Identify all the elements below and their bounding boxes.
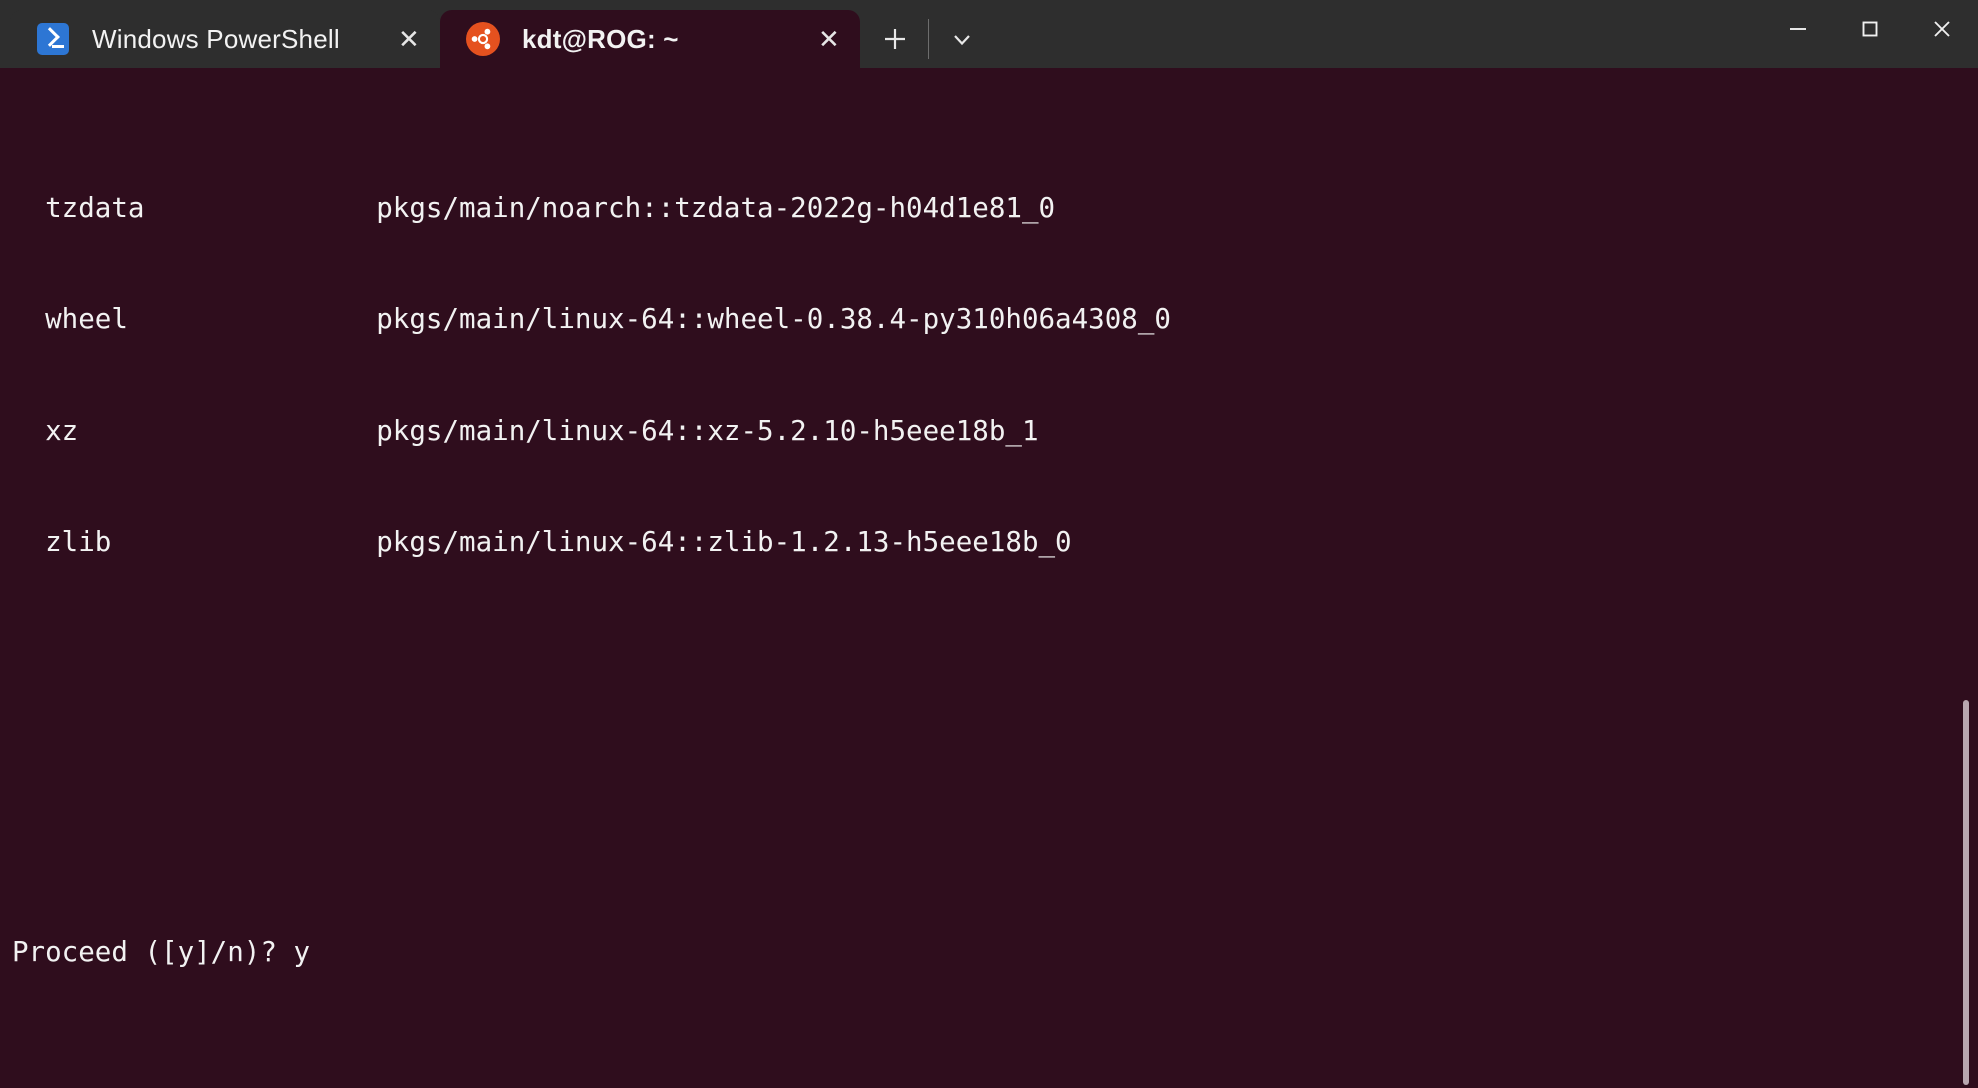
tab-kdt-rog[interactable]: kdt@ROG: ~ ✕ — [440, 10, 860, 68]
maximize-button[interactable] — [1834, 0, 1906, 58]
proceed-prompt: Proceed ([y]/n)? y — [12, 935, 311, 968]
tab-close-icon-ubuntu[interactable]: ✕ — [798, 10, 860, 68]
plus-icon[interactable] — [864, 10, 926, 68]
terminal-viewport[interactable]: tzdata pkgs/main/noarch::tzdata-2022g-h0… — [0, 68, 1978, 1088]
tab-title-ubuntu: kdt@ROG: ~ — [522, 23, 679, 54]
package-row-2: xz pkgs/main/linux-64::xz-5.2.10-h5eee18… — [12, 414, 1039, 447]
titlebar-drag-region — [997, 0, 1762, 68]
tab-strip: Windows PowerShell ✕ kdt@ROG: ~ ✕ — [10, 0, 997, 68]
ubuntu-icon — [466, 22, 500, 56]
package-line: zlib pkgs/main/linux-64::zlib-1.2.13-h5e… — [12, 524, 1978, 561]
terminal-output: tzdata pkgs/main/noarch::tzdata-2022g-h0… — [12, 78, 1978, 1088]
minimize-button[interactable] — [1762, 0, 1834, 58]
title-bar: Windows PowerShell ✕ kdt@ROG: ~ ✕ — [0, 0, 1978, 68]
package-row-3: zlib pkgs/main/linux-64::zlib-1.2.13-h5e… — [12, 526, 1072, 559]
toolbar-divider — [928, 19, 929, 59]
powershell-icon — [36, 22, 70, 56]
terminal-scrollbar[interactable] — [1961, 68, 1971, 1088]
new-tab-area — [860, 10, 997, 68]
close-button[interactable] — [1906, 0, 1978, 58]
package-line: wheel pkgs/main/linux-64::wheel-0.38.4-p… — [12, 301, 1978, 338]
package-row-1: wheel pkgs/main/linux-64::wheel-0.38.4-p… — [12, 303, 1171, 336]
terminal-window: Windows PowerShell ✕ kdt@ROG: ~ ✕ tzdata… — [0, 0, 1978, 1088]
scrollbar-thumb[interactable] — [1963, 700, 1969, 1085]
window-controls — [1762, 0, 1978, 68]
package-row-0: tzdata pkgs/main/noarch::tzdata-2022g-h0… — [12, 191, 1056, 224]
tab-close-icon-powershell[interactable]: ✕ — [378, 10, 440, 68]
tab-windows-powershell[interactable]: Windows PowerShell ✕ — [10, 10, 440, 68]
chevron-down-icon[interactable] — [931, 10, 993, 68]
package-line: tzdata pkgs/main/noarch::tzdata-2022g-h0… — [12, 190, 1978, 227]
tab-title-powershell: Windows PowerShell — [92, 23, 340, 54]
package-line: xz pkgs/main/linux-64::xz-5.2.10-h5eee18… — [12, 413, 1978, 450]
